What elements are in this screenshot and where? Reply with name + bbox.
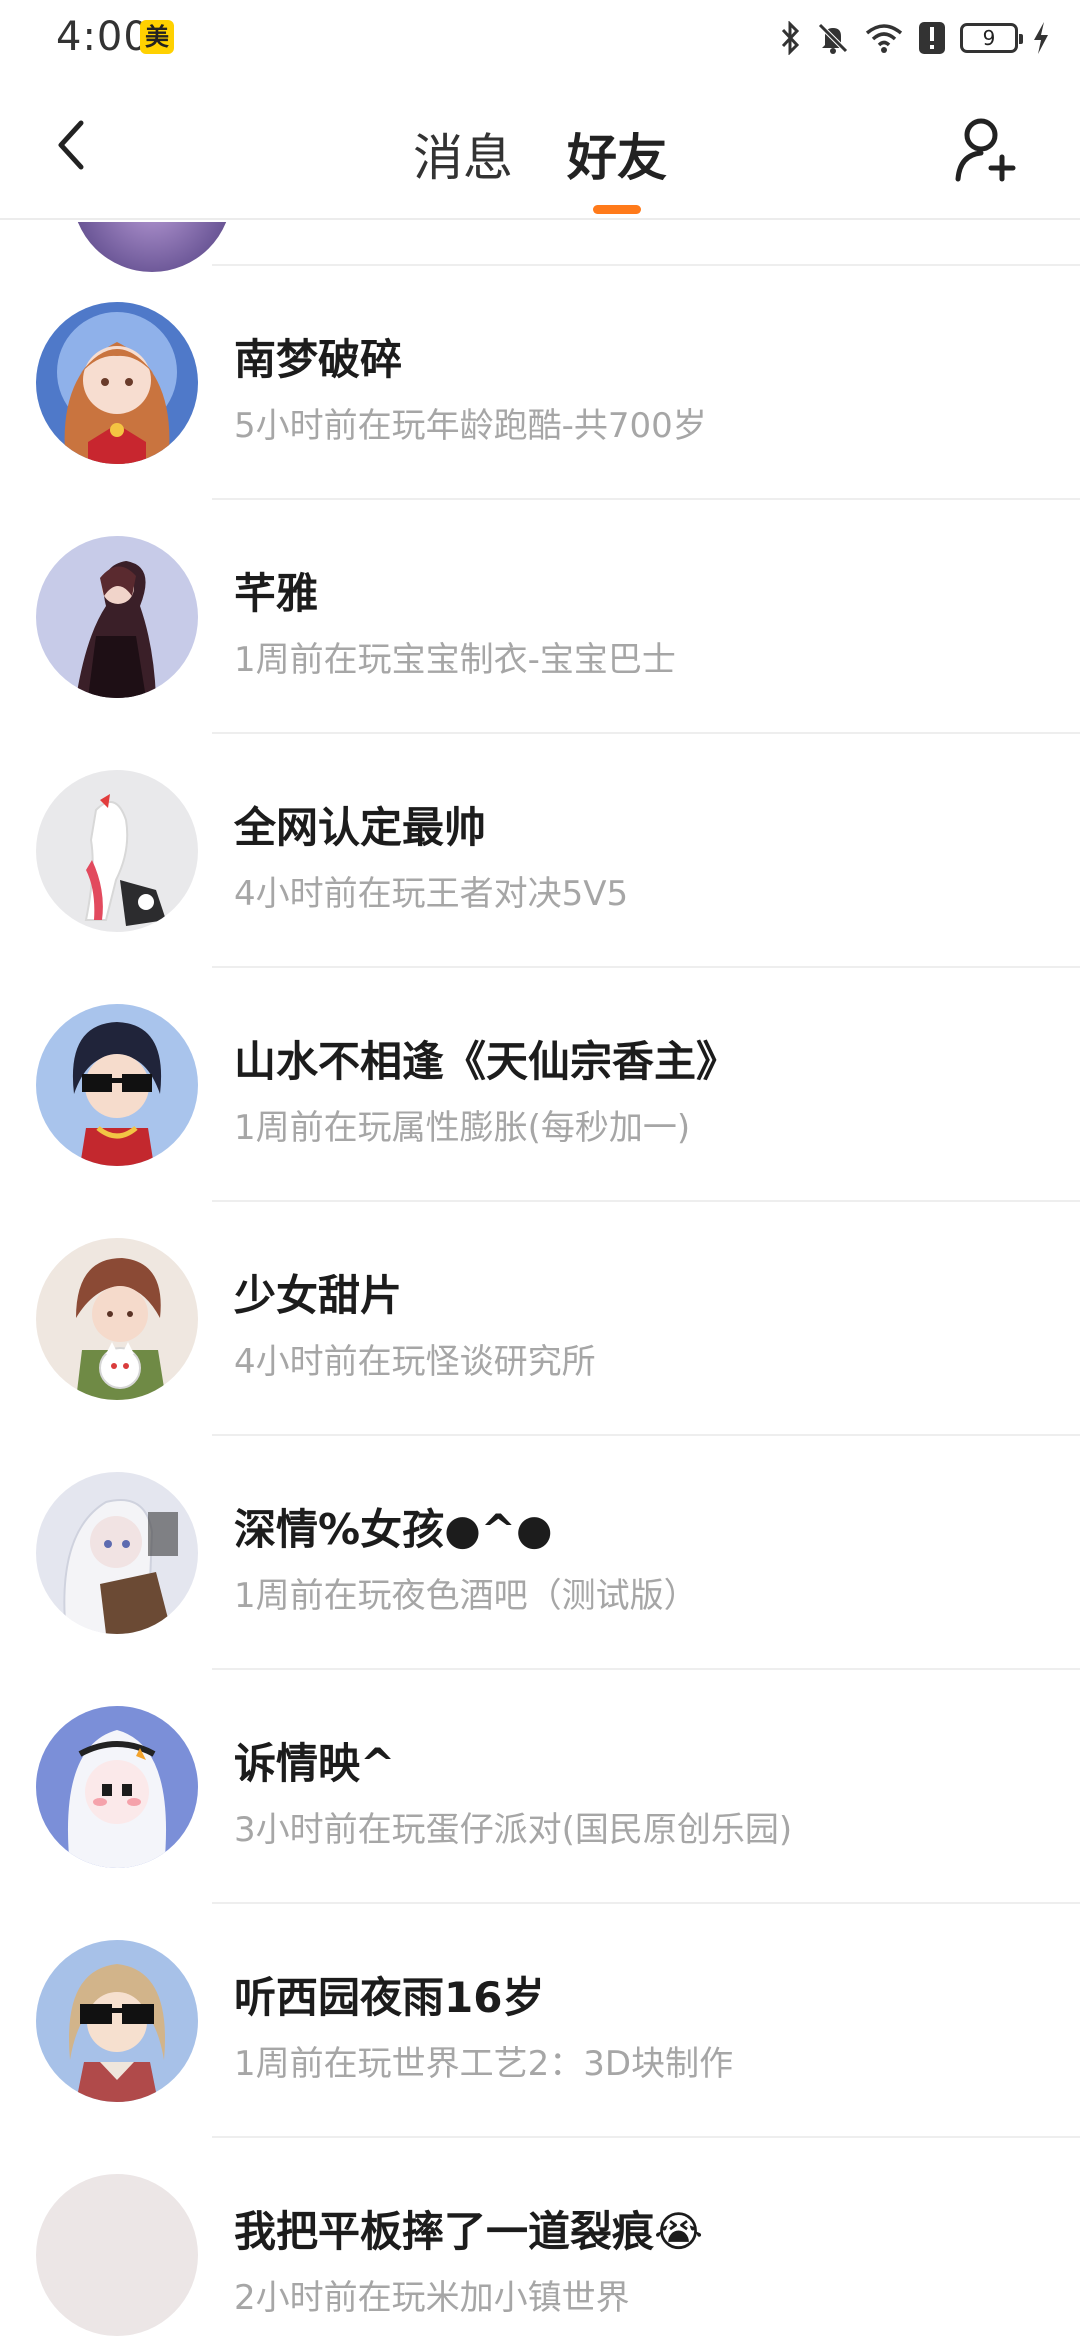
tab-bar: 消息 好友 bbox=[0, 80, 1080, 220]
avatar[interactable] bbox=[36, 302, 198, 464]
friend-name: 深情%女孩●^● bbox=[234, 1505, 553, 1554]
avatar[interactable] bbox=[36, 1238, 198, 1400]
app-notification-badge: 美 bbox=[140, 20, 174, 54]
friend-activity: 4小时前在玩怪谈研究所 bbox=[234, 1342, 596, 1382]
friend-activity: 2小时前在玩米加小镇世界 bbox=[234, 2278, 630, 2318]
status-icons: 9 bbox=[780, 18, 1050, 58]
friend-name: 诉情映^ bbox=[234, 1739, 396, 1788]
friend-activity: 4小时前在玩王者对决5V5 bbox=[234, 874, 629, 914]
friend-row[interactable]: 少女甜片 4小时前在玩怪谈研究所 bbox=[0, 1202, 1080, 1436]
bluetooth-icon bbox=[781, 21, 800, 55]
friend-activity: 1周前在玩属性膨胀(每秒加一) bbox=[234, 1108, 691, 1148]
friend-activity: 5小时前在玩年龄跑酷-共700岁 bbox=[234, 406, 707, 446]
charging-icon bbox=[1034, 22, 1048, 54]
avatar bbox=[72, 222, 232, 272]
friend-name: 芊雅 bbox=[234, 569, 319, 618]
top-navigation-bar: 消息 好友 bbox=[0, 80, 1080, 220]
friend-row[interactable]: 芊雅 1周前在玩宝宝制衣-宝宝巴士 bbox=[0, 500, 1080, 734]
friend-activity: 3小时前在玩蛋仔派对(国民原创乐园) bbox=[234, 1810, 793, 1850]
friend-row[interactable]: 听西园夜雨16岁 1周前在玩世界工艺2：3D块制作 bbox=[0, 1904, 1080, 2138]
alert-icon bbox=[919, 22, 945, 54]
friend-name: 南梦破碎 bbox=[234, 335, 403, 384]
tab-messages-label: 消息 bbox=[413, 129, 513, 187]
tab-friends-label: 好友 bbox=[567, 129, 667, 187]
avatar[interactable] bbox=[36, 1004, 198, 1166]
friend-row[interactable]: 深情%女孩●^● 1周前在玩夜色酒吧（测试版） bbox=[0, 1436, 1080, 1670]
friend-activity: 1周前在玩世界工艺2：3D块制作 bbox=[234, 2044, 734, 2084]
friend-row[interactable]: 诉情映^ 3小时前在玩蛋仔派对(国民原创乐园) bbox=[0, 1670, 1080, 1904]
friend-name: 我把平板摔了一道裂痕😭 bbox=[234, 2207, 704, 2256]
avatar[interactable] bbox=[36, 1940, 198, 2102]
battery-icon: 9 bbox=[960, 23, 1023, 53]
friend-row[interactable]: 山水不相逢《天仙宗香主》 1周前在玩属性膨胀(每秒加一) bbox=[0, 968, 1080, 1202]
friend-row[interactable]: 我把平板摔了一道裂痕😭 2小时前在玩米加小镇世界 bbox=[0, 2138, 1080, 2340]
friend-row[interactable]: 全网认定最帅 4小时前在玩王者对决5V5 bbox=[0, 734, 1080, 968]
friend-name: 听西园夜雨16岁 bbox=[234, 1973, 545, 2022]
avatar[interactable] bbox=[36, 2174, 198, 2336]
avatar[interactable] bbox=[36, 1472, 198, 1634]
friend-name: 少女甜片 bbox=[234, 1271, 403, 1320]
status-time: 4:00 bbox=[56, 14, 150, 60]
friend-activity: 1周前在玩宝宝制衣-宝宝巴士 bbox=[234, 640, 676, 680]
friend-activity: 1周前在玩夜色酒吧（测试版） bbox=[234, 1576, 698, 1616]
add-user-icon bbox=[955, 118, 1016, 182]
friend-row[interactable]: 南梦破碎 5小时前在玩年龄跑酷-共700岁 bbox=[0, 266, 1080, 500]
friend-list[interactable]: 南梦破碎 5小时前在玩年龄跑酷-共700岁 芊雅 1周前在玩宝宝制衣-宝宝巴士 … bbox=[0, 222, 1080, 2340]
avatar[interactable] bbox=[36, 536, 198, 698]
add-friend-button[interactable] bbox=[952, 110, 1022, 190]
battery-level: 9 bbox=[982, 26, 996, 50]
status-bar: 4:00 美 9 bbox=[0, 0, 1080, 80]
active-tab-indicator bbox=[593, 205, 641, 214]
tab-messages[interactable]: 消息 bbox=[413, 80, 513, 220]
friend-name: 全网认定最帅 bbox=[234, 803, 487, 852]
mute-icon bbox=[818, 23, 848, 54]
avatar[interactable] bbox=[36, 770, 198, 932]
avatar[interactable] bbox=[36, 1706, 198, 1868]
tab-friends[interactable]: 好友 bbox=[567, 80, 667, 220]
friend-row-partial[interactable] bbox=[72, 222, 1080, 272]
friend-name: 山水不相逢《天仙宗香主》 bbox=[234, 1037, 739, 1086]
wifi-icon bbox=[865, 24, 903, 53]
